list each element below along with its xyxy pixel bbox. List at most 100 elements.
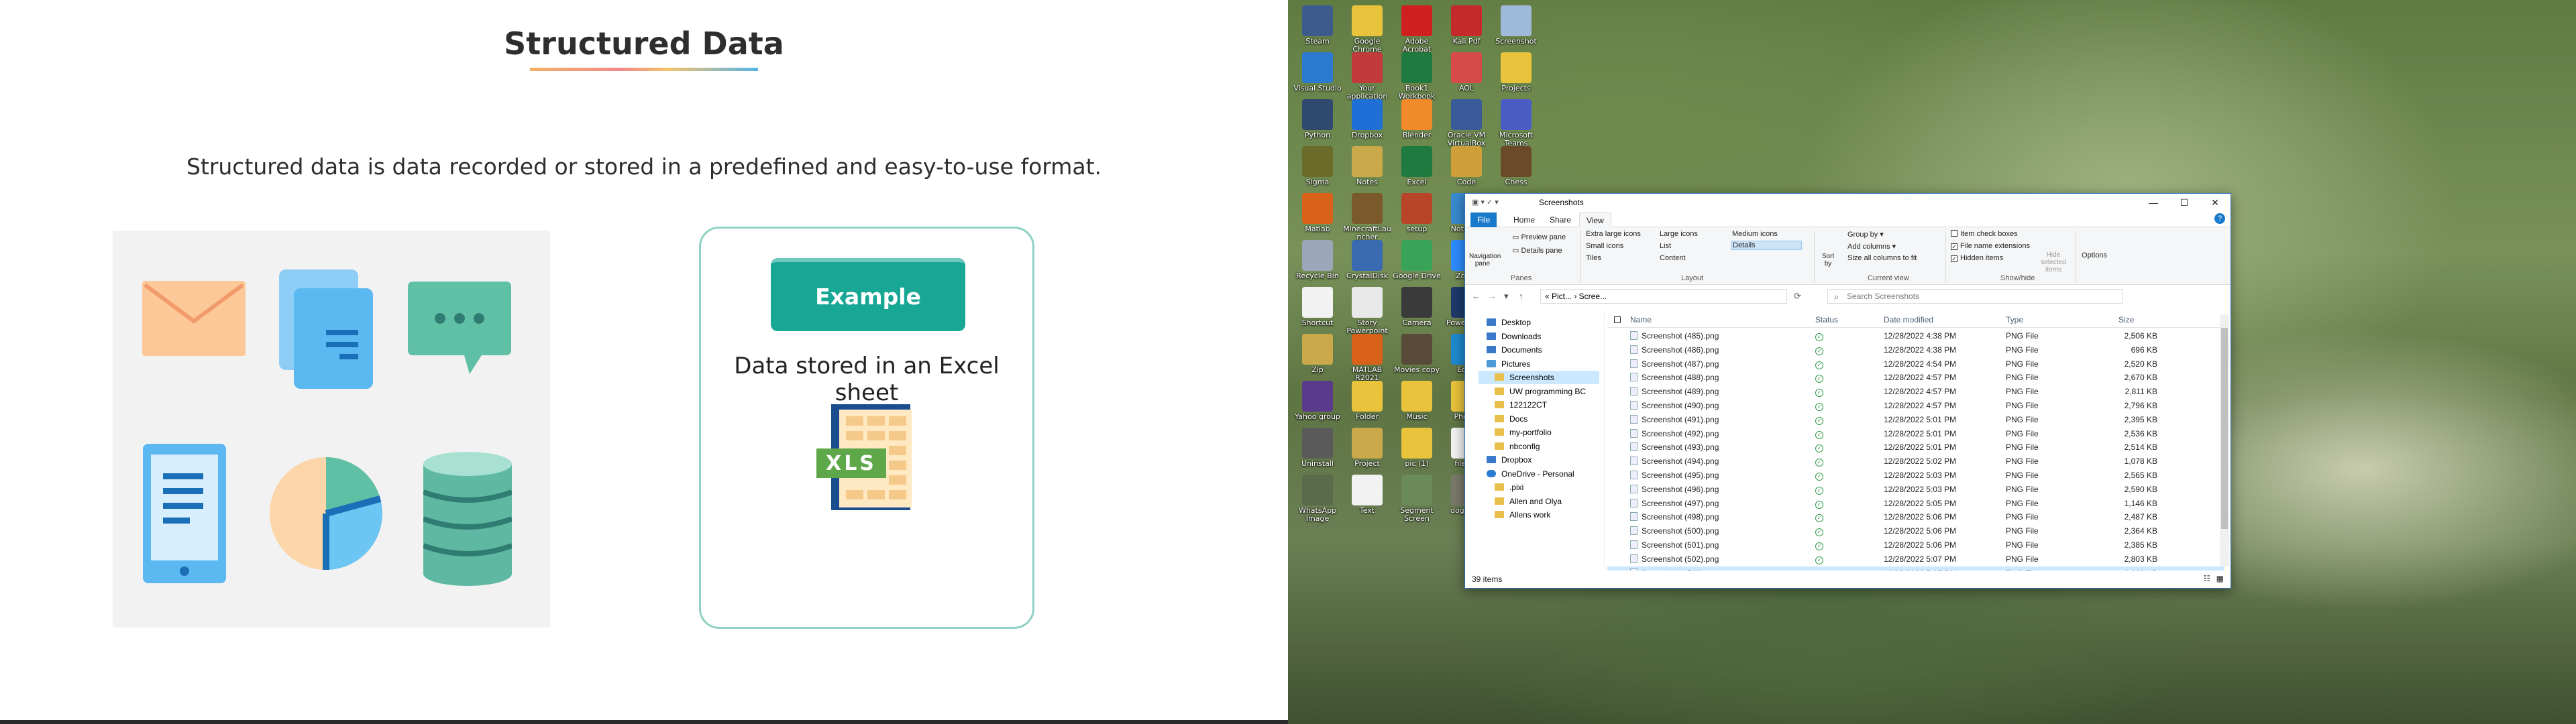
recent-chevron-icon[interactable]: ▾	[1504, 291, 1509, 302]
desktop-icon[interactable]: WhatsApp Image	[1293, 472, 1342, 539]
table-row[interactable]: Screenshot (487).png ✓ 12/28/2022 4:54 PM P…	[1607, 357, 2224, 371]
table-row[interactable]: Screenshot (500).png ✓ 12/28/2022 5:06 PM P…	[1607, 524, 2224, 538]
desktop-icon[interactable]: Text	[1343, 472, 1391, 539]
layout-large-icons[interactable]: Large icons	[1660, 230, 1698, 238]
scrollbar-thumb[interactable]	[2221, 328, 2228, 529]
address-box[interactable]: « Pict... › Scree...	[1540, 289, 1787, 304]
sync-status: ✓	[1815, 483, 1823, 497]
tab-view[interactable]: View	[1579, 213, 1611, 227]
close-button[interactable]: ✕	[2200, 194, 2231, 211]
hide-selected-items-button[interactable]: Hide selected items	[2037, 231, 2070, 274]
sort-by-button[interactable]: Sort by	[1818, 230, 1838, 270]
navigation-pane-button[interactable]: Navigation pane	[1469, 230, 1501, 270]
select-all-checkbox[interactable]	[1614, 315, 1623, 324]
desktop-icon[interactable]: Segment Screen	[1393, 472, 1441, 539]
nav-item[interactable]: OneDrive - Personal	[1479, 467, 1599, 481]
file-explorer-window[interactable]: ▣ ▾ ✓ ▾ Screenshots — ☐ ✕ File Home Shar…	[1464, 193, 2231, 589]
up-arrow-icon[interactable]: ↑	[1519, 291, 1523, 301]
group-by-button[interactable]: Group by ▾	[1847, 230, 1884, 239]
details-view-icon[interactable]: ☷	[2203, 574, 2210, 583]
table-row[interactable]: Screenshot (488).png ✓ 12/28/2022 4:57 PM P…	[1607, 371, 2224, 385]
nav-item[interactable]: Allen and Olya	[1479, 495, 1599, 508]
sync-check-icon: ✓	[1815, 514, 1823, 523]
ribbon-separator	[1580, 231, 1581, 282]
tab-file[interactable]: File	[1470, 213, 1497, 227]
file-size: 2,811 KB	[2104, 385, 2157, 399]
column-size[interactable]: Size	[2118, 315, 2134, 324]
nav-item[interactable]: .pixi	[1479, 481, 1599, 494]
column-status[interactable]: Status	[1815, 315, 1838, 324]
refresh-icon[interactable]: ⟳	[1794, 291, 1801, 302]
item-check-boxes-toggle[interactable]: Item check boxes	[1951, 230, 2018, 238]
nav-item[interactable]: UW programming BC	[1479, 385, 1599, 398]
layout-small-icons[interactable]: Small icons	[1586, 242, 1623, 250]
nav-item[interactable]: Pictures	[1479, 357, 1599, 371]
table-row[interactable]: Screenshot (493).png ✓ 12/28/2022 5:01 PM P…	[1607, 440, 2224, 455]
search-input[interactable]: Search Screenshots	[1827, 289, 2123, 304]
navigation-pane: Desktop Downloads Documents Pictures Screens…	[1465, 312, 1605, 569]
nav-item[interactable]: Docs	[1479, 412, 1599, 426]
back-arrow-icon[interactable]: ←	[1472, 291, 1481, 301]
tab-home[interactable]: Home	[1507, 213, 1542, 227]
size-columns-button[interactable]: Size all columns to fit	[1847, 254, 1917, 262]
table-row[interactable]: Screenshot (502).png ✓ 12/28/2022 5:07 PM P…	[1607, 552, 2224, 566]
nav-item[interactable]: Allens work	[1479, 508, 1599, 522]
file-name-extensions-toggle[interactable]: ✓ File name extensions	[1951, 242, 2030, 250]
table-row[interactable]: Screenshot (490).png ✓ 12/28/2022 4:57 PM P…	[1607, 399, 2224, 413]
table-row[interactable]: Screenshot (486).png ✓ 12/28/2022 4:38 PM P…	[1607, 343, 2224, 357]
nav-item[interactable]: Screenshots	[1479, 371, 1599, 384]
table-row[interactable]: Screenshot (497).png ✓ 12/28/2022 5:05 PM P…	[1607, 497, 2224, 511]
add-columns-button[interactable]: Add columns ▾	[1847, 242, 1896, 251]
table-row[interactable]: Screenshot (485).png ✓ 12/28/2022 4:38 PM P…	[1607, 329, 2224, 343]
table-row[interactable]: Screenshot (495).png ✓ 12/28/2022 5:03 PM P…	[1607, 469, 2224, 483]
preview-pane-button[interactable]: ▭ Preview pane	[1512, 233, 1566, 241]
checkbox-unchecked[interactable]	[1614, 316, 1621, 323]
table-row[interactable]: Screenshot (489).png ✓ 12/28/2022 4:57 PM P…	[1607, 385, 2224, 399]
nav-item[interactable]: my-portfolio	[1479, 426, 1599, 439]
help-icon[interactable]: ?	[2214, 213, 2225, 224]
nav-item[interactable]: Dropbox	[1479, 453, 1599, 467]
checkbox-unchecked[interactable]	[1951, 230, 1957, 237]
minimize-button[interactable]: —	[2138, 194, 2169, 211]
example-button[interactable]: Example	[771, 258, 965, 331]
column-date-modified[interactable]: Date modified	[1884, 315, 1933, 324]
show-hide-group-label: Show/hide	[2000, 274, 2035, 282]
maximize-button[interactable]: ☐	[2169, 194, 2200, 211]
ribbon-separator	[1814, 231, 1815, 282]
file-size: 2,565 KB	[2104, 469, 2157, 483]
options-button[interactable]: Options	[2081, 231, 2108, 272]
checkbox-checked-icon[interactable]: ✓	[1951, 243, 1957, 250]
app-icon	[1501, 5, 1532, 36]
nav-item[interactable]: Downloads	[1479, 330, 1599, 343]
table-row[interactable]: Screenshot (498).png ✓ 12/28/2022 5:06 PM P…	[1607, 510, 2224, 524]
checkbox-checked-icon[interactable]: ✓	[1951, 255, 1957, 262]
add-columns-label: Add columns	[1847, 243, 1890, 251]
vertical-scrollbar[interactable]	[2220, 314, 2229, 566]
nav-item[interactable]: nbconfig	[1479, 440, 1599, 453]
forward-arrow-icon[interactable]: →	[1488, 291, 1497, 301]
layout-tiles[interactable]: Tiles	[1586, 254, 1601, 262]
layout-details[interactable]: Details	[1731, 241, 1802, 250]
table-row[interactable]: Screenshot (494).png ✓ 12/28/2022 5:02 PM P…	[1607, 455, 2224, 469]
hidden-items-toggle[interactable]: ✓ Hidden items	[1951, 254, 2003, 262]
large-icons-view-icon[interactable]: ▦	[2216, 574, 2224, 583]
column-type[interactable]: Type	[2006, 315, 2023, 324]
table-row[interactable]: Screenshot (496).png ✓ 12/28/2022 5:03 PM P…	[1607, 483, 2224, 497]
file-name-text: Screenshot (488).png	[1642, 373, 1719, 383]
nav-item[interactable]: 122122CT	[1479, 398, 1599, 412]
tab-share[interactable]: Share	[1543, 213, 1578, 227]
window-titlebar[interactable]: ▣ ▾ ✓ ▾ Screenshots — ☐ ✕	[1465, 194, 2231, 211]
table-row[interactable]: Screenshot (501).png ✓ 12/28/2022 5:06 PM P…	[1607, 538, 2224, 552]
file-name-text: Screenshot (496).png	[1642, 484, 1719, 494]
table-row[interactable]: Screenshot (492).png ✓ 12/28/2022 5:01 PM P…	[1607, 427, 2224, 441]
nav-item[interactable]: Desktop	[1479, 316, 1599, 329]
details-pane-button[interactable]: ▭ Details pane	[1512, 246, 1562, 255]
layout-extra-large-icons[interactable]: Extra large icons	[1586, 230, 1641, 238]
nav-item[interactable]: Documents	[1479, 343, 1599, 357]
quick-access-toolbar[interactable]: ▣ ▾ ✓ ▾	[1472, 198, 1499, 206]
layout-medium-icons[interactable]: Medium icons	[1732, 230, 1778, 238]
layout-list[interactable]: List	[1660, 242, 1671, 250]
column-name[interactable]: Name	[1630, 315, 1652, 324]
layout-content[interactable]: Content	[1660, 254, 1686, 262]
table-row[interactable]: Screenshot (491).png ✓ 12/28/2022 5:01 PM P…	[1607, 413, 2224, 427]
